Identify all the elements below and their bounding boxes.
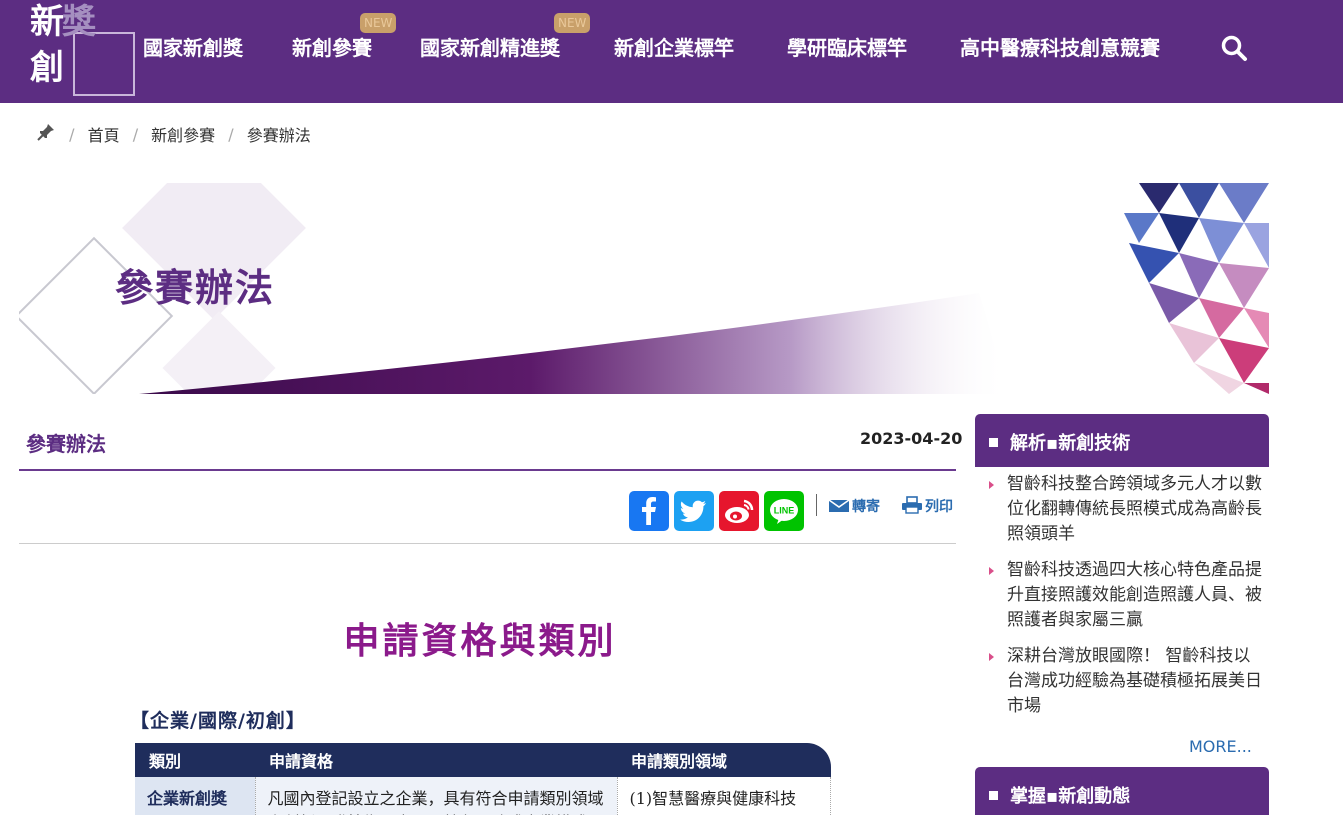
new-badge: NEW — [554, 13, 591, 33]
twitter-icon — [680, 500, 706, 522]
article-date: 2023-04-20 — [860, 429, 963, 448]
banner-title: 參賽辦法 — [115, 266, 276, 310]
weibo-share-button[interactable] — [719, 491, 759, 531]
share-divider — [816, 494, 817, 516]
table-cell-category: 企業新創獎 — [135, 777, 256, 815]
sidebar-tech-analysis-list: 智齡科技整合跨領域多元人才以數位化翻轉傳統長照模式成為高齡長照領頭羊 智齡科技透… — [987, 472, 1267, 730]
document-heading: 申請資格與類別 — [343, 620, 617, 662]
sidebar-article-title: 智齡科技整合跨領域多元人才以數位化翻轉傳統長照模式成為高齡長照領頭羊 — [1007, 474, 1262, 544]
svg-text:LINE: LINE — [774, 506, 795, 516]
triangle-bullet-icon — [989, 481, 994, 489]
table-cell-field: (1)智慧醫療與健康科技 — [617, 777, 831, 815]
sidebar-article-title: 深耕台灣放眼國際！ 智齡科技以台灣成功經驗為基礎積極拓展美日市場 — [1007, 646, 1262, 716]
table-row: 企業新創獎 凡國內登記設立之企業，具有符合申請類別領域之創新研發技術、產品、特色… — [135, 777, 831, 815]
facebook-share-button[interactable] — [629, 491, 669, 531]
logo-char-1: 新 — [30, 2, 64, 42]
table-header-field: 申請類別領域 — [617, 743, 831, 777]
breadcrumb-home[interactable]: 首頁 — [88, 122, 120, 146]
sidebar-startup-news-header: 掌握▪新創動態 — [975, 767, 1269, 815]
print-button[interactable]: 列印 — [901, 496, 953, 516]
sidebar-startup-news-title: 掌握▪新創動態 — [1010, 786, 1131, 807]
sidebar-tech-analysis-header: 解析▪新創技術 — [975, 414, 1269, 467]
triangle-bullet-icon — [989, 567, 994, 575]
document-subheading: 【企業/國際/初創】 — [130, 710, 306, 732]
triangle-bullet-icon — [989, 653, 994, 661]
square-bullet-icon — [989, 438, 998, 447]
twitter-share-button[interactable] — [674, 491, 714, 531]
line-icon: LINE — [770, 499, 798, 524]
table-cell-eligibility: 凡國內登記設立之企業，具有符合申請類別領域之創新研發技術、產品、特色服務或產業模… — [255, 777, 618, 815]
facebook-icon — [642, 497, 656, 525]
globe-graphic — [1124, 183, 1269, 394]
logo-char-2: 獎 — [62, 2, 96, 42]
sidebar-tech-analysis-title: 解析▪新創技術 — [1010, 433, 1131, 454]
title-divider — [19, 469, 956, 471]
sidebar-article-title: 智齡科技透過四大核心特色產品提升直接照護效能創造照護人員、被照護者與家屬三贏 — [1007, 560, 1262, 630]
breadcrumb-separator: / — [228, 124, 234, 144]
search-icon[interactable] — [1220, 34, 1248, 62]
forward-label: 轉寄 — [852, 499, 880, 515]
sidebar-article-link[interactable]: 智齡科技整合跨領域多元人才以數位化翻轉傳統長照模式成為高齡長照領頭羊 — [987, 472, 1267, 547]
new-badge: NEW — [360, 13, 397, 33]
sidebar-article-link[interactable]: 智齡科技透過四大核心特色產品提升直接照護效能創造照護人員、被照護者與家屬三贏 — [987, 558, 1267, 633]
breadcrumb-separator: / — [69, 124, 75, 144]
logo-char-3: 創 — [30, 48, 64, 88]
nav-item-startup-benchmark[interactable]: 新創企業標竿 — [614, 34, 734, 62]
breadcrumb-separator: / — [132, 124, 139, 144]
nav-item-advancement-award[interactable]: 國家新創精進獎 — [420, 34, 560, 62]
nav-item-national-startup-award[interactable]: 國家新創獎 — [143, 34, 243, 62]
printer-icon — [902, 496, 922, 514]
page-banner: 參賽辦法 — [19, 183, 1269, 394]
eligibility-table: 類別 申請資格 申請類別領域 企業新創獎 凡國內登記設立之企業，具有符合申請類別… — [135, 743, 831, 815]
sidebar-article-link[interactable]: 深耕台灣放眼國際！ 智齡科技以台灣成功經驗為基礎積極拓展美日市場 — [987, 644, 1267, 719]
nav-item-clinical-benchmark[interactable]: 學研臨床標竿 — [787, 34, 907, 62]
print-label: 列印 — [925, 499, 953, 515]
breadcrumb-current: 參賽辦法 — [246, 126, 311, 145]
table-header-eligibility: 申請資格 — [255, 743, 617, 777]
nav-item-startup-entry[interactable]: 新創參賽 — [292, 34, 372, 62]
line-share-button[interactable]: LINE — [764, 491, 804, 531]
nav-item-highschool-contest[interactable]: 高中醫療科技創意競賽 — [960, 34, 1160, 62]
table-header-row: 類別 申請資格 申請類別領域 — [135, 743, 831, 777]
share-divider-line — [19, 543, 956, 544]
pin-icon — [36, 122, 56, 146]
breadcrumb-startup-entry[interactable]: 新創參賽 — [151, 122, 215, 146]
breadcrumb: / 首頁 / 新創參賽 / 參賽辦法 — [36, 122, 311, 146]
site-logo[interactable]: 新 獎 創 — [24, 2, 135, 98]
forward-button[interactable]: 轉寄 — [828, 496, 880, 516]
weibo-icon — [725, 499, 754, 523]
sidebar-more-link[interactable]: MORE... — [1189, 737, 1252, 756]
mail-icon — [828, 499, 850, 512]
article-title: 參賽辦法 — [26, 432, 106, 456]
site-header: 新 獎 創 國家新創獎 NEW 新創參賽 NEW 國家新創精進獎 新創企業標竿 … — [0, 0, 1343, 103]
table-header-category: 類別 — [135, 743, 255, 777]
square-bullet-icon — [989, 791, 998, 800]
